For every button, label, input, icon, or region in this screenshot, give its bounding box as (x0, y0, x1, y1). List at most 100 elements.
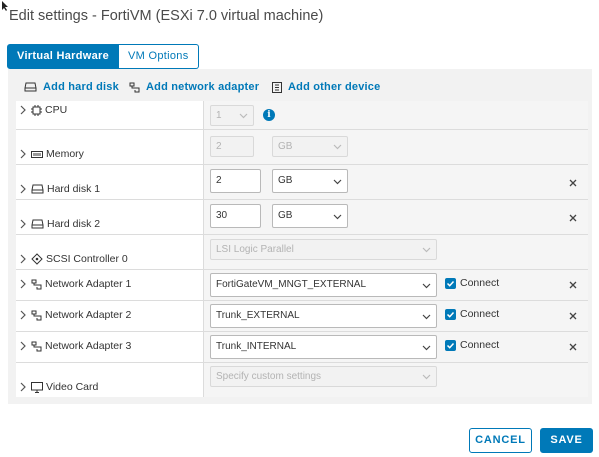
network-adapter-2-connect-checkbox[interactable]: Connect (445, 308, 499, 320)
hard-disk-icon (31, 219, 44, 229)
chevron-right-icon (20, 279, 26, 289)
cpu-icon (31, 104, 42, 116)
tab-virtual-hardware[interactable]: Virtual Hardware (7, 44, 120, 69)
virtual-hardware-panel: Add hard disk Add network adapter Add ot… (8, 69, 592, 404)
row-network-adapter-1: Network Adapter 1 FortiGateVM_MNGT_EXTER… (16, 270, 588, 301)
memory-icon (31, 150, 43, 158)
row-video-card: Video Card Specify custom settings (16, 363, 588, 397)
network-adapter-2-value: Trunk_EXTERNAL (216, 310, 300, 321)
cpu-label: CPU (45, 104, 68, 116)
cursor-icon (2, 1, 8, 11)
memory-value: 2 (216, 141, 222, 152)
chevron-right-icon (20, 382, 26, 392)
network-adapter-1-expander[interactable]: Network Adapter 1 (18, 277, 131, 291)
hard-disk-2-value: 30 (216, 210, 228, 221)
device-icon (272, 81, 282, 93)
network-adapter-1-connect-checkbox[interactable]: Connect (445, 277, 499, 289)
hardware-toolbar: Add hard disk Add network adapter Add ot… (8, 79, 592, 95)
chevron-down-icon (239, 113, 248, 119)
remove-network-adapter-1-icon[interactable] (568, 280, 578, 290)
row-scsi-controller: SCSI Controller 0 LSI Logic Parallel (16, 235, 588, 270)
network-adapter-3-value: Trunk_INTERNAL (216, 341, 297, 352)
network-adapter-1-select[interactable]: FortiGateVM_MNGT_EXTERNAL (210, 273, 437, 297)
scsi-type-select[interactable]: LSI Logic Parallel (210, 239, 437, 260)
hard-disk-2-expander[interactable]: Hard disk 2 (18, 217, 100, 231)
video-card-settings-value: Specify custom settings (216, 371, 322, 382)
row-network-adapter-3: Network Adapter 3 Trunk_INTERNAL Connect (16, 332, 588, 363)
hard-disk-1-value: 2 (216, 175, 222, 186)
remove-network-adapter-3-icon[interactable] (568, 342, 578, 352)
chevron-right-icon (20, 341, 26, 351)
checkmark-icon (445, 277, 456, 289)
hard-disk-2-unit: GB (278, 210, 293, 221)
add-hard-disk-label: Add hard disk (43, 81, 119, 93)
tab-vm-options[interactable]: VM Options (119, 44, 199, 69)
remove-hard-disk-2-icon[interactable] (568, 213, 578, 223)
network-adapter-3-connect-label: Connect (460, 339, 500, 351)
save-button[interactable]: SAVE (540, 428, 593, 453)
hard-disk-1-unit-select[interactable]: GB (272, 169, 348, 193)
memory-expander[interactable]: Memory (18, 147, 84, 161)
hard-disk-1-unit: GB (278, 175, 293, 186)
memory-unit: GB (278, 141, 293, 152)
checkmark-icon (445, 339, 456, 351)
memory-label: Memory (46, 148, 84, 160)
chevron-down-icon (422, 283, 431, 289)
add-network-adapter-button[interactable]: Add network adapter (129, 79, 259, 95)
chevron-down-icon (422, 345, 431, 351)
cpu-select[interactable]: 1 (210, 105, 254, 126)
chevron-down-icon (422, 314, 431, 320)
network-adapter-1-connect-label: Connect (460, 277, 500, 289)
scsi-controller-expander[interactable]: SCSI Controller 0 (18, 252, 128, 266)
network-adapter-2-connect-label: Connect (460, 308, 500, 320)
chevron-right-icon (20, 254, 26, 264)
remove-hard-disk-1-icon[interactable] (568, 178, 578, 188)
network-adapter-1-value: FortiGateVM_MNGT_EXTERNAL (216, 279, 367, 290)
cancel-button[interactable]: CANCEL (469, 428, 532, 453)
add-hard-disk-button[interactable]: Add hard disk (24, 79, 119, 95)
network-adapter-3-connect-checkbox[interactable]: Connect (445, 339, 499, 351)
network-adapter-3-expander[interactable]: Network Adapter 3 (18, 339, 131, 353)
network-adapter-2-expander[interactable]: Network Adapter 2 (18, 308, 131, 322)
network-adapter-3-select[interactable]: Trunk_INTERNAL (210, 335, 437, 359)
chevron-down-icon (333, 144, 342, 150)
hard-disk-2-size-input[interactable]: 30 (210, 204, 261, 228)
network-adapter-1-label: Network Adapter 1 (45, 278, 132, 290)
chevron-down-icon (333, 179, 342, 185)
cpu-value: 1 (216, 110, 222, 121)
scsi-type-value: LSI Logic Parallel (216, 244, 294, 255)
network-adapter-2-label: Network Adapter 2 (45, 309, 132, 321)
row-memory: Memory 2 GB (16, 130, 588, 165)
hard-disk-1-size-input[interactable]: 2 (210, 169, 261, 193)
row-network-adapter-2: Network Adapter 2 Trunk_EXTERNAL Connect (16, 301, 588, 332)
dialog-title: Edit settings - FortiVM (ESXi 7.0 virtua… (9, 8, 324, 24)
video-card-expander[interactable]: Video Card (18, 380, 98, 394)
memory-unit-select[interactable]: GB (272, 136, 348, 157)
tab-bar: Virtual Hardware VM Options (7, 44, 199, 69)
hard-disk-2-unit-select[interactable]: GB (272, 204, 348, 228)
chevron-right-icon (20, 310, 26, 320)
cpu-expander[interactable]: CPU (18, 103, 67, 117)
hard-disk-icon (24, 82, 37, 92)
network-adapter-icon (31, 341, 42, 351)
row-hard-disk-2: Hard disk 2 30 GB (16, 200, 588, 235)
add-other-device-button[interactable]: Add other device (272, 79, 380, 95)
network-adapter-icon (31, 279, 42, 289)
chevron-right-icon (20, 105, 26, 115)
network-adapter-2-select[interactable]: Trunk_EXTERNAL (210, 304, 437, 328)
chevron-right-icon (20, 219, 26, 229)
row-cpu: CPU 1 i (16, 101, 588, 130)
memory-size-input[interactable]: 2 (210, 136, 254, 157)
remove-network-adapter-2-icon[interactable] (568, 311, 578, 321)
monitor-icon (31, 381, 43, 393)
chevron-down-icon (333, 214, 342, 220)
chevron-right-icon (20, 149, 26, 159)
video-card-settings-select[interactable]: Specify custom settings (210, 366, 437, 387)
hard-disk-icon (31, 184, 44, 194)
hardware-grid: CPU 1 i Memory 2 GB Hard disk 1 2 GB Har… (16, 101, 588, 397)
row-hard-disk-1: Hard disk 1 2 GB (16, 165, 588, 200)
add-other-device-label: Add other device (288, 81, 381, 93)
info-icon[interactable]: i (263, 109, 275, 121)
hard-disk-1-expander[interactable]: Hard disk 1 (18, 182, 100, 196)
network-adapter-3-label: Network Adapter 3 (45, 340, 132, 352)
